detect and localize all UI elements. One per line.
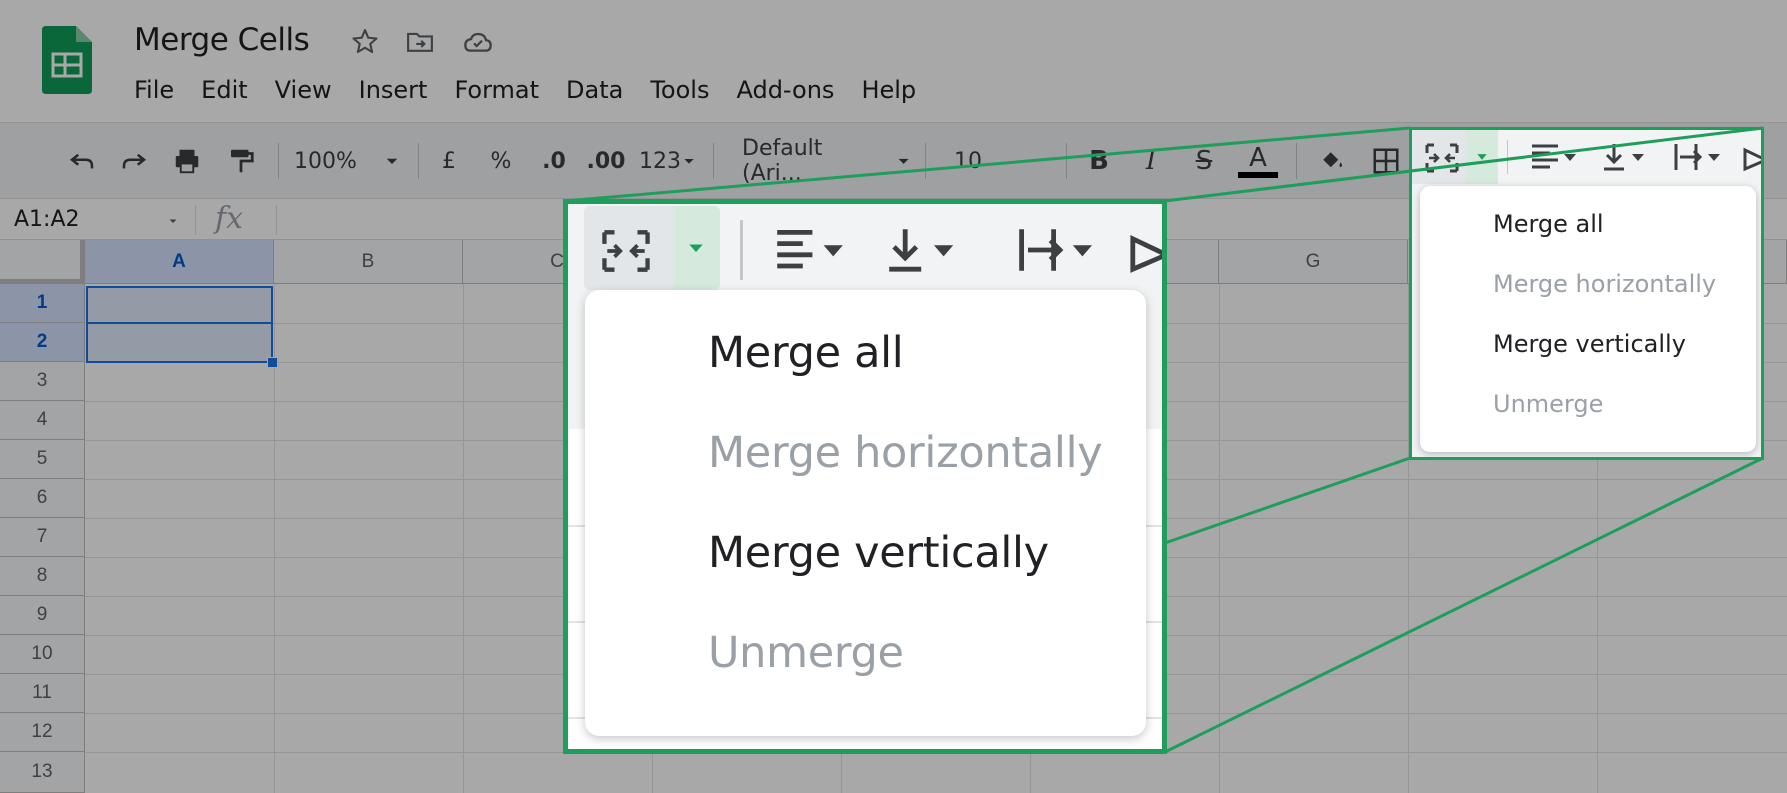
unmerge-option: Unmerge [708, 628, 904, 678]
text-rotation-icon[interactable] [1742, 142, 1761, 177]
zoomed-merge-menu-panel: Merge all Merge horizontally Merge verti… [563, 199, 1167, 754]
toolbar-divider [740, 220, 743, 280]
merge-all-option[interactable]: Merge all [708, 328, 904, 378]
merge-dropdown-menu-small: Merge all Merge horizontally Merge verti… [1420, 186, 1756, 452]
vertical-align-icon[interactable] [884, 226, 968, 279]
vertical-align-icon[interactable] [1602, 142, 1652, 177]
merge-horizontally-option: Merge horizontally [708, 428, 1103, 478]
horizontal-align-icon[interactable] [768, 226, 860, 279]
zoomed-toolbar [568, 204, 1162, 294]
merge-dropdown-menu: Merge all Merge horizontally Merge verti… [585, 290, 1146, 736]
chevron-down-icon [689, 244, 703, 252]
toolbar-divider [1507, 140, 1508, 174]
merge-menu-highlight: Merge all Merge horizontally Merge verti… [1409, 127, 1764, 460]
merge-vertically-option[interactable]: Merge vertically [708, 528, 1049, 578]
chevron-down-icon [1477, 154, 1487, 160]
merge-vertically-option[interactable]: Merge vertically [1493, 330, 1686, 358]
merge-all-option[interactable]: Merge all [1493, 210, 1604, 238]
text-wrapping-icon[interactable] [1672, 142, 1728, 177]
merge-dropdown-button[interactable] [673, 206, 720, 290]
merge-cells-icon[interactable] [1424, 142, 1460, 179]
horizontal-align-icon[interactable] [1530, 142, 1580, 177]
merge-horizontally-option: Merge horizontally [1493, 270, 1717, 298]
text-rotation-icon[interactable] [1128, 226, 1162, 279]
sheets-app: Merge Cells File Edit View Insert Format… [0, 0, 1787, 793]
merge-cells-icon[interactable] [600, 228, 652, 279]
text-wrapping-icon[interactable] [1014, 226, 1106, 279]
merge-dropdown-button[interactable] [1466, 130, 1498, 184]
unmerge-option: Unmerge [1493, 390, 1604, 418]
